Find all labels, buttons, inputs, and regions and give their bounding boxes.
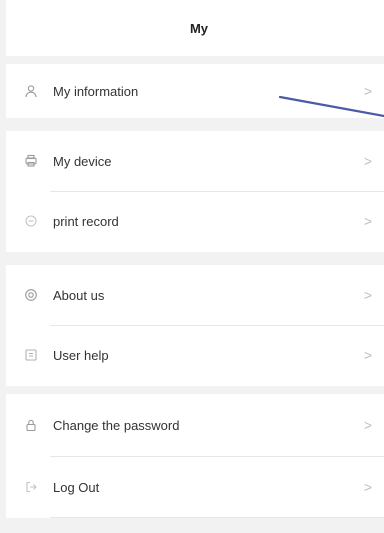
menu-item-label: Change the password [53,417,180,433]
lock-icon [24,418,38,432]
printer-icon [24,154,38,168]
menu-group-support: About us > User help > [6,265,384,386]
menu-item-label: print record [53,213,119,229]
chevron-right-icon: > [363,153,372,169]
chevron-right-icon: > [363,417,372,433]
my-screen: My My information > My device > print re… [0,0,384,533]
record-icon [24,214,38,228]
chevron-right-icon: > [363,347,372,363]
menu-group-security: Change the password > Log Out > [6,394,384,518]
menu-item-log-out[interactable]: Log Out > [6,456,384,518]
menu-item-change-password[interactable]: Change the password > [6,394,384,456]
menu-item-user-help[interactable]: User help > [6,325,384,385]
menu-item-label: My device [53,153,112,169]
chevron-right-icon: > [363,83,372,99]
chevron-right-icon: > [363,479,372,495]
info-icon [24,288,38,302]
menu-item-my-information[interactable]: My information > [6,64,384,118]
chevron-right-icon: > [363,213,372,229]
help-book-icon [24,348,38,362]
page-title: My [189,20,209,36]
menu-group-device: My device > print record > [6,131,384,252]
logout-icon [24,480,38,494]
header-bar: My [6,0,384,56]
menu-item-print-record[interactable]: print record > [6,191,384,251]
menu-item-about-us[interactable]: About us > [6,265,384,325]
menu-item-label: About us [53,287,105,303]
menu-group-account: My information > [6,64,384,118]
chevron-right-icon: > [363,287,372,303]
person-icon [24,84,38,98]
menu-item-label: Log Out [53,479,100,495]
menu-item-my-device[interactable]: My device > [6,131,384,191]
menu-item-label: User help [53,347,109,363]
menu-item-label: My information [53,83,139,99]
